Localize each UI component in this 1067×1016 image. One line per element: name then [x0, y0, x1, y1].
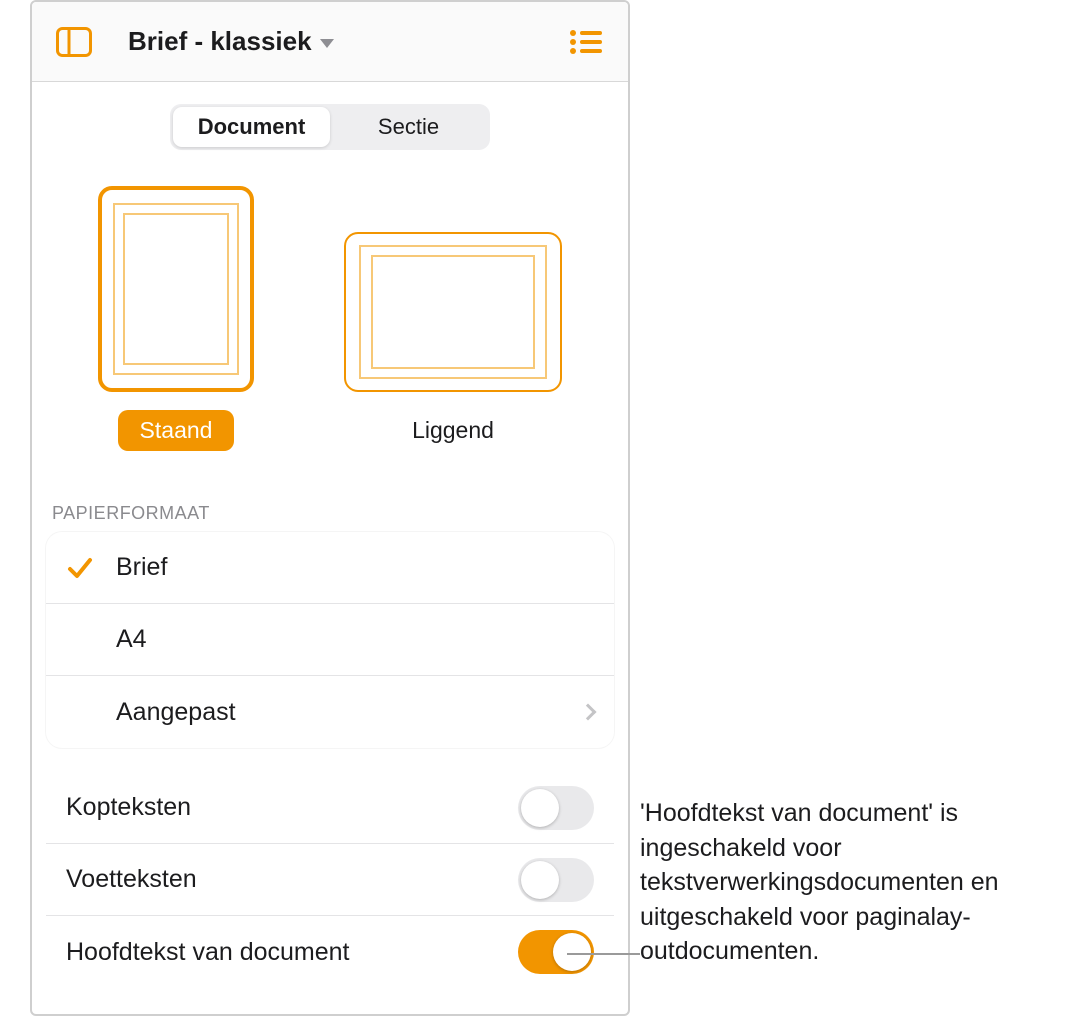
paper-size-option-a4[interactable]: A4: [46, 604, 614, 676]
checkmark-icon: [66, 554, 94, 582]
headers-switch[interactable]: [518, 786, 594, 830]
portrait-label: Staand: [118, 410, 235, 451]
toggle-row-footers: Voetteksten: [46, 844, 614, 916]
paper-size-list: Brief A4 Aangepast: [46, 532, 614, 748]
body-text-switch[interactable]: [518, 930, 594, 974]
toggle-label: Voetteksten: [66, 865, 518, 894]
document-toggles-list: Kopteksten Voetteksten Hoofdtekst van do…: [46, 772, 614, 988]
tab-label: Document: [198, 114, 306, 140]
paper-size-option-brief[interactable]: Brief: [46, 532, 614, 604]
toggle-label: Kopteksten: [66, 793, 518, 822]
list-menu-icon: [569, 28, 603, 56]
orientation-selector: Staand Liggend: [32, 186, 628, 451]
checkmark-slot: [66, 554, 116, 582]
tab-segmented-control: Document Sectie: [170, 104, 490, 150]
orientation-portrait-option[interactable]: Staand: [98, 186, 254, 451]
tab-section[interactable]: Sectie: [330, 107, 487, 147]
tab-document[interactable]: Document: [173, 107, 330, 147]
option-label: A4: [116, 625, 594, 654]
document-settings-panel: Brief - klassiek Document Sectie: [30, 0, 630, 1016]
toolbar: Brief - klassiek: [32, 2, 628, 82]
tab-label: Sectie: [378, 114, 439, 140]
sidebar-icon: [56, 27, 92, 57]
option-label: Brief: [116, 553, 594, 582]
landscape-thumbnail: [344, 232, 562, 392]
annotation-leader-line: [567, 953, 640, 955]
toggle-row-headers: Kopteksten: [46, 772, 614, 844]
document-title-dropdown[interactable]: Brief - klassiek: [98, 26, 562, 57]
chevron-down-icon: [320, 39, 334, 48]
option-label: Aangepast: [116, 698, 582, 727]
document-title: Brief - klassiek: [128, 26, 312, 57]
orientation-landscape-option[interactable]: Liggend: [344, 232, 562, 451]
switch-knob: [521, 789, 559, 827]
paper-size-header: PAPIERFORMAAT: [52, 503, 608, 524]
switch-knob: [553, 933, 591, 971]
switch-knob: [521, 861, 559, 899]
toggle-label: Hoofdtekst van document: [66, 938, 518, 967]
margin-guides-icon: [102, 190, 250, 388]
paper-size-option-custom[interactable]: Aangepast: [46, 676, 614, 748]
footers-switch[interactable]: [518, 858, 594, 902]
annotation-text: 'Hoofdtekst van document' is ingeschakel…: [640, 796, 1030, 969]
toggle-row-body-text: Hoofdtekst van document: [46, 916, 614, 988]
toc-button[interactable]: [562, 18, 610, 66]
sidebar-toggle-button[interactable]: [50, 18, 98, 66]
margin-guides-icon: [346, 234, 560, 390]
portrait-thumbnail: [98, 186, 254, 392]
chevron-right-icon: [580, 704, 597, 721]
landscape-label: Liggend: [390, 410, 516, 451]
